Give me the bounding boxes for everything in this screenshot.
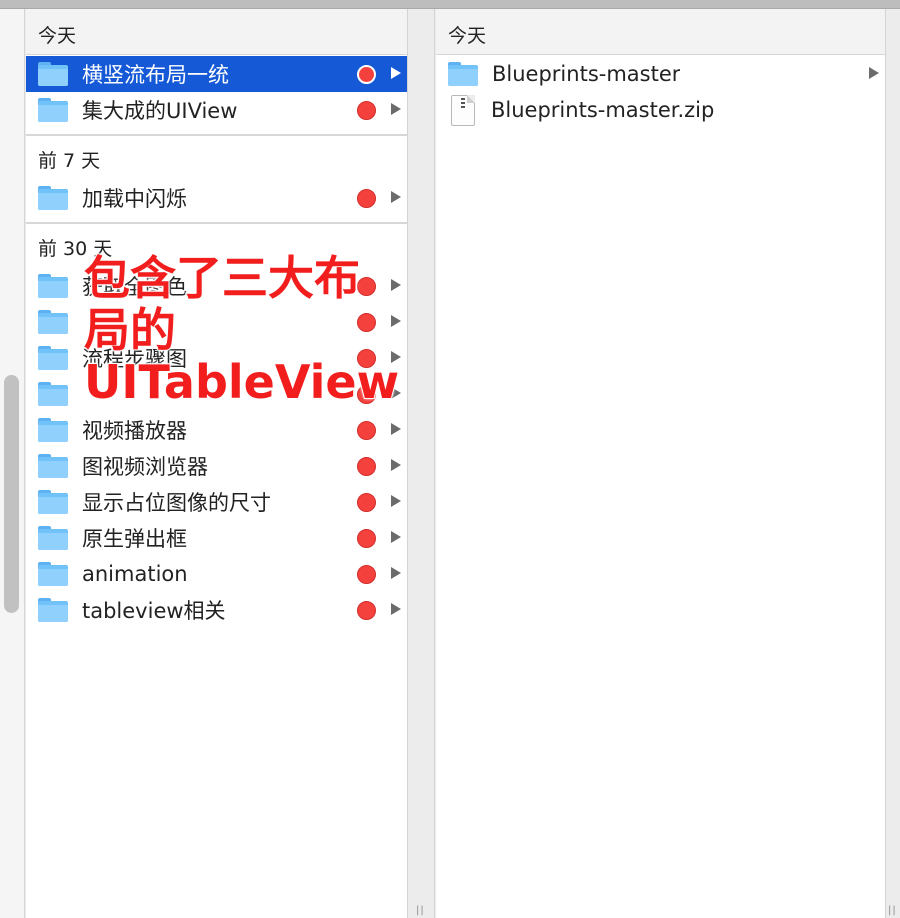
list-item-label: Blueprints-master.zip (491, 98, 715, 122)
folder-icon (38, 562, 68, 586)
list-item-label: 显示占位图像的尺寸 (82, 491, 271, 515)
list-item[interactable]: tableview相关 (26, 592, 407, 628)
sidebar-scroll-gutter (0, 9, 25, 918)
folder-icon (448, 62, 478, 86)
red-tag-icon (357, 493, 376, 512)
folder-icon (38, 310, 68, 334)
red-tag-icon (357, 601, 376, 620)
list-item[interactable]: 图视频浏览器 (26, 448, 407, 484)
vertical-scrollbar-thumb[interactable] (4, 375, 19, 613)
column-resize-grip-icon[interactable]: || (888, 905, 898, 916)
list-item[interactable]: 横竖流布局一统 (26, 56, 407, 92)
list-item[interactable]: 加载中闪烁 (26, 180, 407, 216)
list-item-label: Blueprints-master (492, 62, 681, 86)
list-item-label: 集大成的UIView (82, 99, 238, 123)
list-item[interactable]: 集大成的UIView (26, 92, 407, 128)
list-item-label: 加载中闪烁 (82, 187, 187, 211)
window-top-bar (0, 0, 900, 9)
red-tag-icon (357, 529, 376, 548)
list-item[interactable]: Blueprints-master.zip (436, 92, 885, 128)
list-item[interactable]: 视频播放器 (26, 412, 407, 448)
annotation-line: UITableView (83, 355, 400, 409)
list-item[interactable]: 显示占位图像的尺寸 (26, 484, 407, 520)
annotation-line: 局的 (83, 303, 177, 357)
list-item-label: 视频播放器 (82, 419, 187, 443)
list-item-label: tableview相关 (82, 599, 226, 623)
browser-column-left: 今天 横竖流布局一统 集大成的UIView 前 7 天 加载中闪烁 前 30 天… (26, 9, 407, 918)
column-resize-divider[interactable]: || (407, 9, 435, 918)
list-item[interactable]: Blueprints-master (436, 56, 885, 92)
section-header-today: 今天 (26, 9, 407, 55)
red-tag-icon (357, 457, 376, 476)
folder-icon (38, 490, 68, 514)
red-tag-icon (357, 65, 376, 84)
folder-icon (38, 98, 68, 122)
disclosure-arrow-icon[interactable] (391, 103, 401, 115)
folder-icon (38, 186, 68, 210)
red-tag-icon (357, 189, 376, 208)
list-item[interactable]: animation (26, 556, 407, 592)
disclosure-arrow-icon[interactable] (391, 495, 401, 507)
disclosure-arrow-icon[interactable] (391, 567, 401, 579)
list-item-label: 图视频浏览器 (82, 455, 208, 479)
section-header-last-7-days: 前 7 天 (26, 136, 407, 180)
column-resize-grip-icon[interactable]: || (416, 905, 426, 916)
annotation-overlay-text: 包含了三大布 局的 UITableView (83, 251, 400, 409)
folder-icon (38, 382, 68, 406)
folder-icon (38, 526, 68, 550)
red-tag-icon (357, 101, 376, 120)
annotation-line: 包含了三大布 (83, 251, 361, 305)
folder-icon (38, 598, 68, 622)
list-item[interactable]: 原生弹出框 (26, 520, 407, 556)
disclosure-arrow-icon[interactable] (391, 603, 401, 615)
disclosure-arrow-icon[interactable] (391, 531, 401, 543)
column-resize-divider[interactable]: || (885, 9, 900, 918)
folder-icon (38, 274, 68, 298)
folder-icon (38, 454, 68, 478)
disclosure-arrow-icon[interactable] (391, 423, 401, 435)
disclosure-arrow-icon[interactable] (391, 191, 401, 203)
folder-icon (38, 418, 68, 442)
red-tag-icon (357, 565, 376, 584)
red-tag-icon (357, 421, 376, 440)
zip-file-icon (451, 94, 475, 126)
folder-icon (38, 346, 68, 370)
disclosure-arrow-icon[interactable] (391, 67, 401, 79)
disclosure-arrow-icon[interactable] (869, 67, 879, 79)
list-item-label: animation (82, 562, 188, 586)
disclosure-arrow-icon[interactable] (391, 459, 401, 471)
list-item-label: 横竖流布局一统 (82, 63, 229, 87)
folder-icon (38, 62, 68, 86)
section-header-today: 今天 (436, 9, 885, 55)
list-item-label: 原生弹出框 (82, 527, 187, 551)
browser-column-right: 今天 Blueprints-master Blueprints-master.z… (436, 9, 885, 918)
